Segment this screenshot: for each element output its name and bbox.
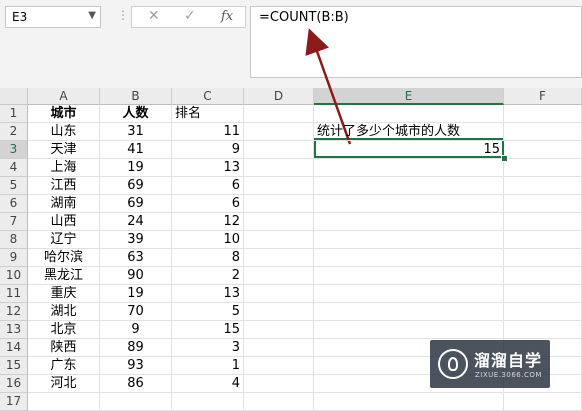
watermark-url: ZIXUE.3066.COM bbox=[475, 371, 542, 379]
cell-e2[interactable]: 统计了多少个城市的人数 bbox=[314, 123, 504, 141]
watermark-logo-icon bbox=[438, 349, 468, 379]
watermark: 溜溜自学 ZIXUE.3066.COM bbox=[430, 340, 550, 388]
watermark-title: 溜溜自学 bbox=[474, 351, 543, 370]
